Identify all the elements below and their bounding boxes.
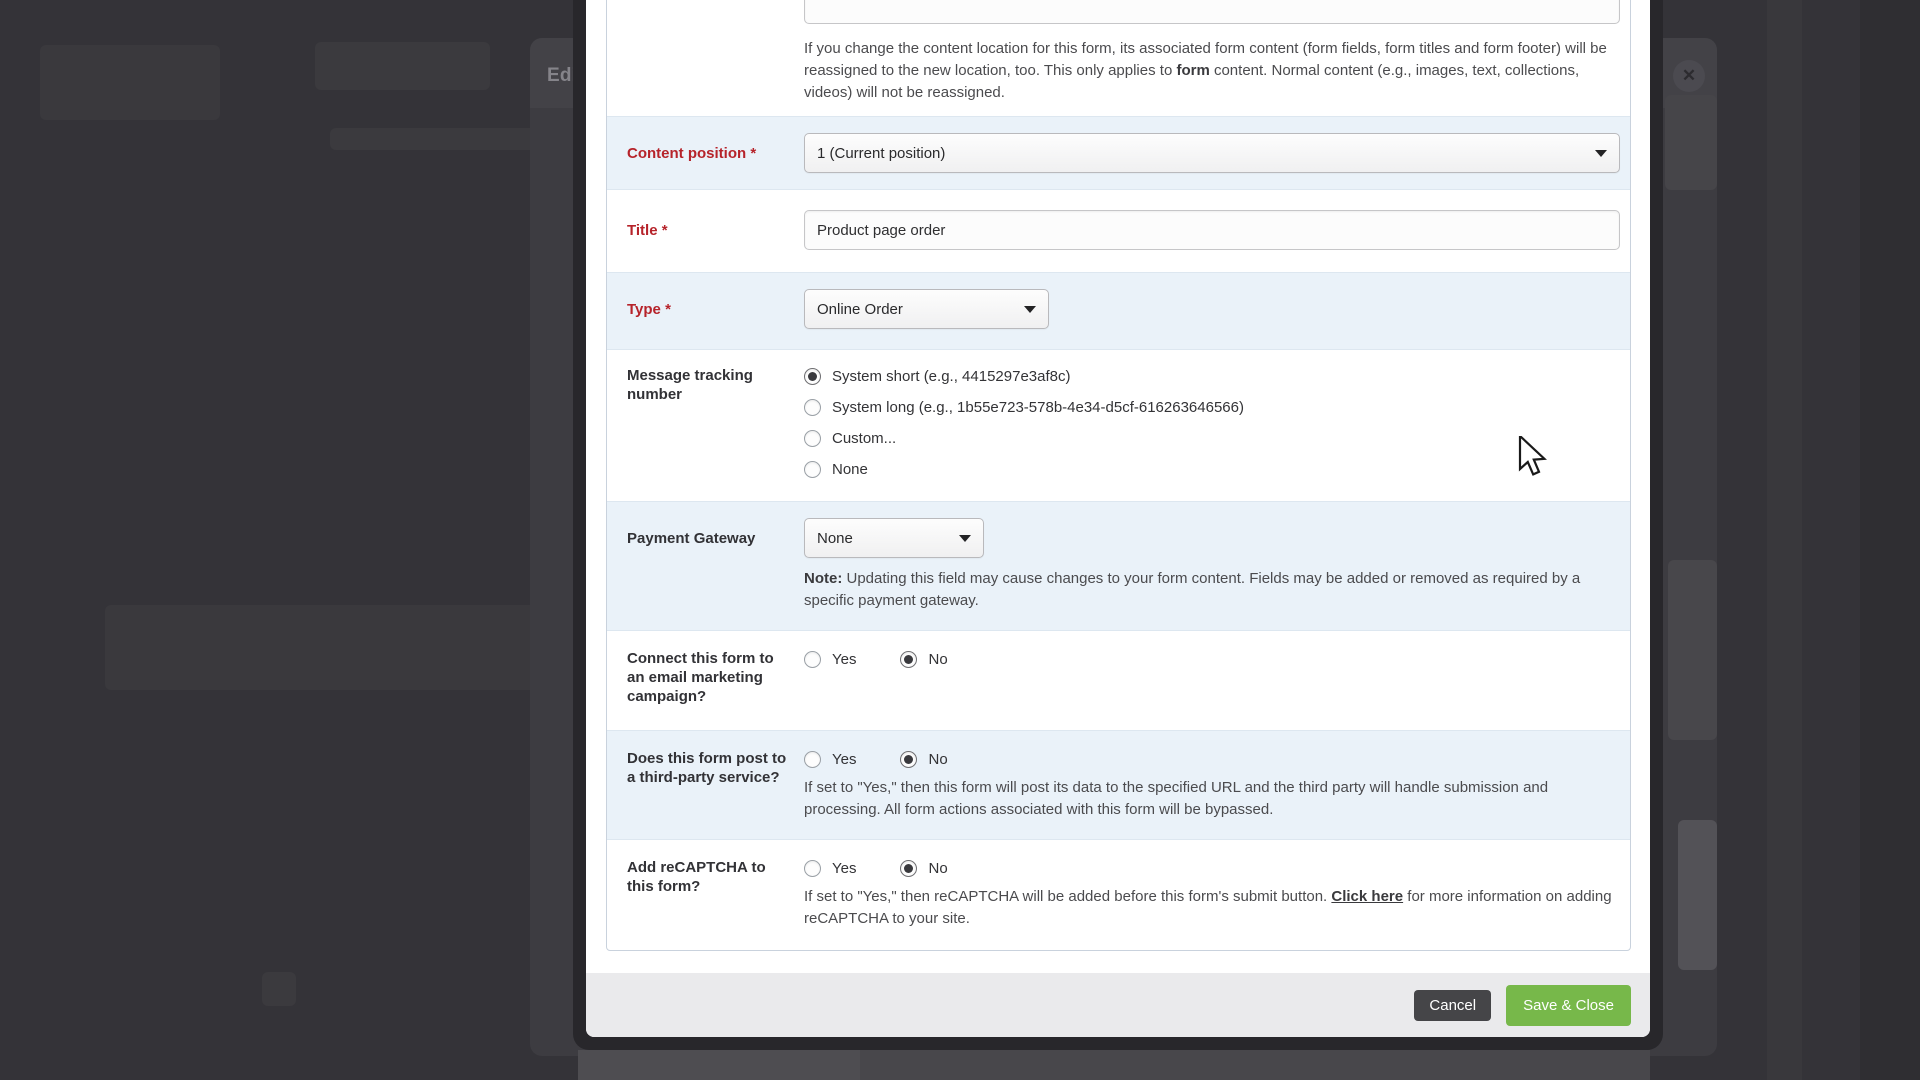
radio-button-icon bbox=[804, 461, 821, 478]
background-shape bbox=[40, 45, 220, 120]
form-row-title: Title * bbox=[607, 190, 1630, 272]
close-icon[interactable]: ✕ bbox=[1673, 60, 1705, 92]
edit-form-modal: If you change the content location for t… bbox=[573, 0, 1663, 1050]
click-here-link[interactable]: Click here bbox=[1331, 888, 1403, 905]
required-asterisk: * bbox=[662, 221, 668, 240]
form-body: If you change the content location for t… bbox=[586, 0, 1650, 973]
radio-button-icon bbox=[900, 651, 917, 668]
type-select[interactable]: Online Order bbox=[804, 289, 1049, 329]
content-position-label: Content position * bbox=[627, 133, 787, 173]
background-shape bbox=[1668, 560, 1717, 740]
form-row-content-location: If you change the content location for t… bbox=[607, 0, 1630, 116]
email-campaign-no-radio[interactable]: No bbox=[900, 647, 947, 671]
third-party-yes-radio[interactable]: Yes bbox=[804, 747, 856, 771]
recaptcha-no-radio[interactable]: No bbox=[900, 856, 947, 880]
title-input[interactable] bbox=[804, 210, 1620, 250]
cancel-button[interactable]: Cancel bbox=[1414, 990, 1491, 1021]
form-settings-panel: If you change the content location for t… bbox=[606, 0, 1631, 951]
background-shape bbox=[1678, 820, 1717, 970]
payment-gateway-label: Payment Gateway bbox=[627, 518, 787, 558]
field-label-empty bbox=[627, 0, 787, 104]
radio-option-custom[interactable]: Custom... bbox=[804, 426, 1620, 450]
chevron-down-icon bbox=[1595, 150, 1607, 157]
content-position-select[interactable]: 1 (Current position) bbox=[804, 133, 1620, 173]
form-row-email-campaign: Connect this form to an email marketing … bbox=[607, 631, 1630, 730]
chevron-down-icon bbox=[959, 535, 971, 542]
recaptcha-label: Add reCAPTCHA to this form? bbox=[627, 856, 787, 930]
third-party-help: If set to "Yes," then this form will pos… bbox=[804, 777, 1620, 821]
radio-option-system-long[interactable]: System long (e.g., 1b55e723-578b-4e34-d5… bbox=[804, 395, 1620, 419]
required-asterisk: * bbox=[665, 300, 671, 319]
background-shape bbox=[1860, 0, 1920, 1080]
form-row-type: Type * Online Order bbox=[607, 272, 1630, 350]
radio-button-icon bbox=[900, 860, 917, 877]
save-close-button[interactable]: Save & Close bbox=[1506, 985, 1631, 1026]
tracking-number-label: Message tracking number bbox=[627, 364, 787, 481]
radio-button-icon bbox=[900, 751, 917, 768]
radio-button-icon bbox=[804, 860, 821, 877]
form-row-tracking-number: Message tracking number System short (e.… bbox=[607, 350, 1630, 501]
radio-button-icon bbox=[804, 430, 821, 447]
payment-gateway-note: Note: Updating this field may cause chan… bbox=[804, 568, 1620, 612]
radio-button-icon bbox=[804, 368, 821, 385]
radio-button-icon bbox=[804, 399, 821, 416]
radio-option-system-short[interactable]: System short (e.g., 4415297e3af8c) bbox=[804, 364, 1620, 388]
radio-button-icon bbox=[804, 651, 821, 668]
radio-option-none[interactable]: None bbox=[804, 457, 1620, 481]
title-label: Title * bbox=[627, 210, 787, 250]
background-shape bbox=[315, 42, 490, 90]
recaptcha-yes-radio[interactable]: Yes bbox=[804, 856, 856, 880]
background-shape bbox=[1767, 0, 1802, 1080]
form-row-payment-gateway: Payment Gateway None Note: Updating this… bbox=[607, 501, 1630, 631]
content-location-input[interactable] bbox=[804, 0, 1620, 24]
modal-footer: Cancel Save & Close bbox=[586, 973, 1650, 1037]
background-modal-bottom-band bbox=[578, 1050, 860, 1080]
required-asterisk: * bbox=[750, 144, 756, 163]
form-row-content-position: Content position * 1 (Current position) bbox=[607, 116, 1630, 190]
email-campaign-label: Connect this form to an email marketing … bbox=[627, 647, 787, 706]
third-party-label: Does this form post to a third-party ser… bbox=[627, 747, 787, 821]
content-location-help: If you change the content location for t… bbox=[804, 38, 1620, 104]
chevron-down-icon bbox=[1024, 306, 1036, 313]
form-row-recaptcha: Add reCAPTCHA to this form? Yes No bbox=[607, 840, 1630, 950]
payment-gateway-select[interactable]: None bbox=[804, 518, 984, 558]
third-party-no-radio[interactable]: No bbox=[900, 747, 947, 771]
background-shape bbox=[262, 972, 296, 1006]
recaptcha-help: If set to "Yes," then reCAPTCHA will be … bbox=[804, 886, 1620, 930]
type-label: Type * bbox=[627, 289, 787, 329]
email-campaign-yes-radio[interactable]: Yes bbox=[804, 647, 856, 671]
radio-button-icon bbox=[804, 751, 821, 768]
form-row-third-party: Does this form post to a third-party ser… bbox=[607, 730, 1630, 840]
background-shape bbox=[1665, 95, 1717, 190]
